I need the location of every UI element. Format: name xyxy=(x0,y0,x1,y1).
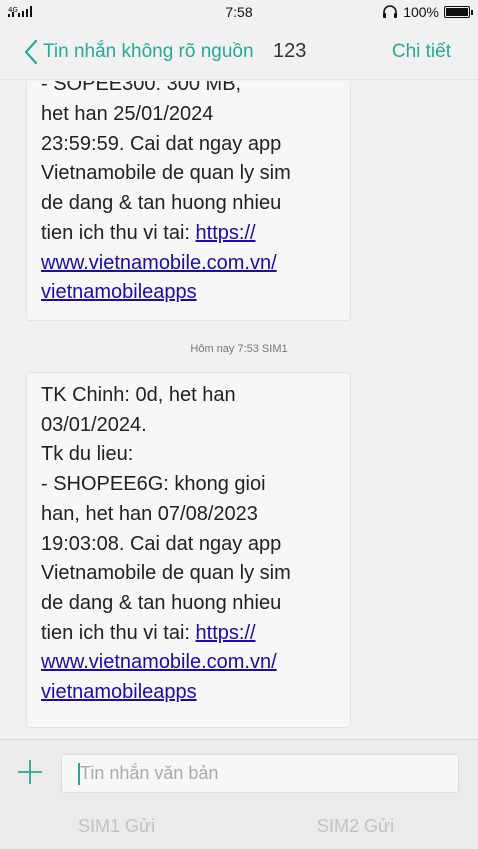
battery-level xyxy=(446,8,468,16)
message-link[interactable]: www.vietnamobile.com.vn/ xyxy=(41,252,277,274)
plus-icon xyxy=(18,760,42,784)
conversation-header: Tin nhắn không rõ nguồn 123 Chi tiết xyxy=(0,24,478,80)
message-bubble[interactable]: - SOPEE300: 300 MB, het han 25/01/2024 2… xyxy=(26,81,351,321)
message-list[interactable]: - SOPEE300: 300 MB, het han 25/01/2024 2… xyxy=(0,81,478,739)
message-link[interactable]: https:// xyxy=(196,622,256,644)
send-sim1-button[interactable]: SIM1 Gửi xyxy=(78,816,155,837)
text-cursor xyxy=(78,763,80,785)
message-timestamp: Hôm nay 7:53 SIM1 xyxy=(190,343,288,355)
headset-icon xyxy=(383,5,398,18)
status-bar: 4G 7:58 100% xyxy=(0,0,478,24)
message-body: - SOPEE300: 300 MB, het han 25/01/2024 2… xyxy=(41,81,291,244)
message-bubble[interactable]: TK Chinh: 0d, het han 03/01/2024. Tk du … xyxy=(26,372,351,728)
conversation-title[interactable]: Tin nhắn không rõ nguồn xyxy=(43,41,254,63)
message-input[interactable] xyxy=(61,754,459,793)
message-link[interactable]: vietnamobileapps xyxy=(41,281,197,303)
sender-number: 123 xyxy=(273,40,307,62)
battery-icon xyxy=(444,6,473,18)
message-text: - SOPEE300: 300 MB, het han 25/01/2024 2… xyxy=(41,81,341,308)
battery-percent: 100% xyxy=(403,4,439,20)
details-button[interactable]: Chi tiết xyxy=(392,41,451,63)
status-right: 100% xyxy=(382,4,473,20)
message-body: TK Chinh: 0d, het han 03/01/2024. Tk du … xyxy=(41,384,291,644)
message-link[interactable]: https:// xyxy=(196,222,256,244)
send-sim2-button[interactable]: SIM2 Gửi xyxy=(317,816,394,837)
message-link[interactable]: www.vietnamobile.com.vn/ xyxy=(41,651,277,673)
composer-bar: SIM1 Gửi SIM2 Gửi xyxy=(0,739,478,849)
message-link[interactable]: vietnamobileapps xyxy=(41,681,197,703)
chevron-left-icon xyxy=(24,39,38,65)
back-button[interactable] xyxy=(20,38,44,66)
add-attachment-button[interactable] xyxy=(17,759,43,785)
